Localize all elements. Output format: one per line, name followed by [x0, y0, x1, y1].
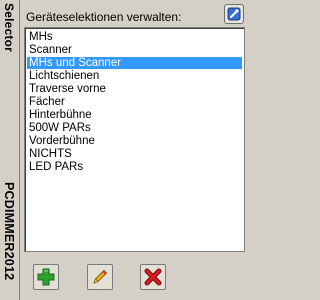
list-item[interactable]: 500W PARs [27, 122, 242, 134]
side-title: Selector [2, 3, 16, 52]
list-item[interactable]: Fächer [27, 96, 242, 108]
pencil-icon [93, 269, 108, 284]
list-item[interactable]: Hinterbühne [27, 109, 242, 121]
list-item[interactable]: LED PARs [27, 161, 242, 173]
settings-button[interactable] [224, 4, 244, 24]
app-name: PCDIMMER2012 [2, 182, 16, 281]
x-icon [144, 268, 162, 286]
list-item-selected[interactable]: MHs und Scanner [27, 57, 242, 69]
plus-icon [37, 268, 55, 286]
list-item[interactable]: Traverse vorne [27, 83, 242, 95]
add-button[interactable] [33, 264, 59, 290]
list-item[interactable]: Vorderbühne [27, 135, 242, 147]
selection-list[interactable]: MHs Scanner MHs und Scanner Lichtschiene… [24, 27, 245, 252]
list-item[interactable]: MHs [27, 31, 242, 43]
delete-button[interactable] [140, 264, 166, 290]
list-item[interactable]: Scanner [27, 44, 242, 56]
settings-icon [227, 7, 241, 21]
side-strip: Selector PCDIMMER2012 [0, 0, 20, 300]
list-item[interactable]: NICHTS [27, 148, 242, 160]
edit-button[interactable] [87, 264, 113, 290]
panel-title: Geräteselektionen verwalten: [26, 10, 182, 24]
list-item[interactable]: Lichtschienen [27, 70, 242, 82]
